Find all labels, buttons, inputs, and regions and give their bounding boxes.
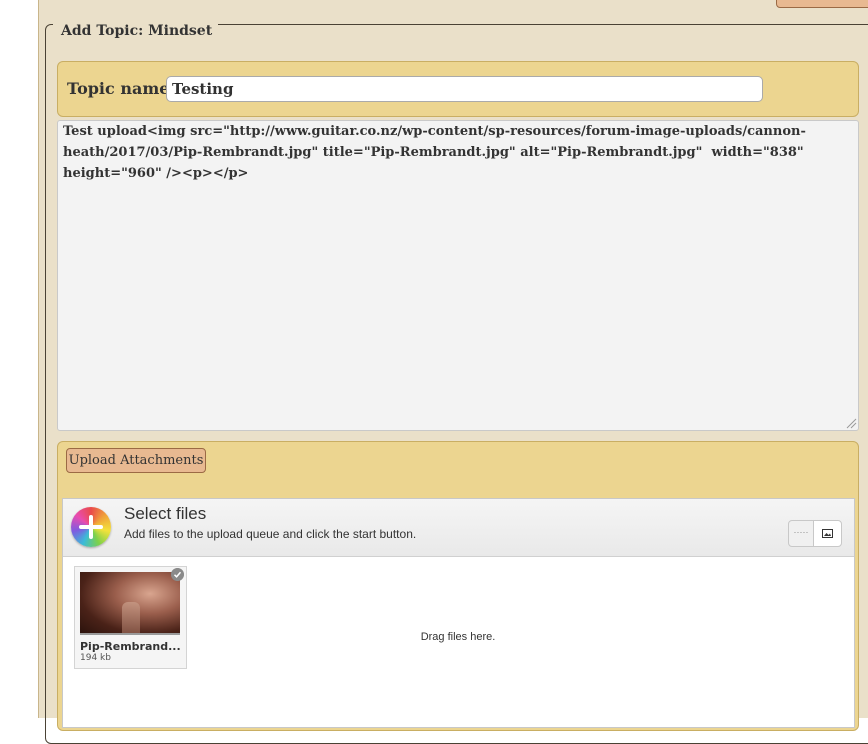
upload-attachments-button[interactable]: Upload Attachments <box>66 448 206 473</box>
resize-grip-icon[interactable] <box>846 418 857 429</box>
select-files-title[interactable]: Select files <box>124 503 206 525</box>
left-sidebar <box>0 0 39 718</box>
file-progress-bar <box>80 633 180 635</box>
file-thumbnail <box>80 572 180 634</box>
topic-name-label: Topic name: <box>67 79 176 98</box>
top-button[interactable] <box>776 0 868 8</box>
post-content-textarea[interactable]: Test upload<img src="http://www.guitar.c… <box>57 120 859 431</box>
thumbnail-view-icon[interactable] <box>813 520 842 547</box>
list-view-icon[interactable]: ····· <box>788 520 814 547</box>
topic-name-input[interactable] <box>166 76 763 102</box>
select-files-subtitle: Add files to the upload queue and click … <box>124 527 417 541</box>
upload-complete-icon <box>171 568 184 581</box>
drag-files-hint: Drag files here. <box>420 631 496 643</box>
file-name: Pip-Rembrand... <box>80 640 181 653</box>
add-files-icon[interactable] <box>71 507 111 547</box>
form-legend: Add Topic: Mindset <box>53 21 219 41</box>
file-size: 194 kb <box>80 653 111 663</box>
